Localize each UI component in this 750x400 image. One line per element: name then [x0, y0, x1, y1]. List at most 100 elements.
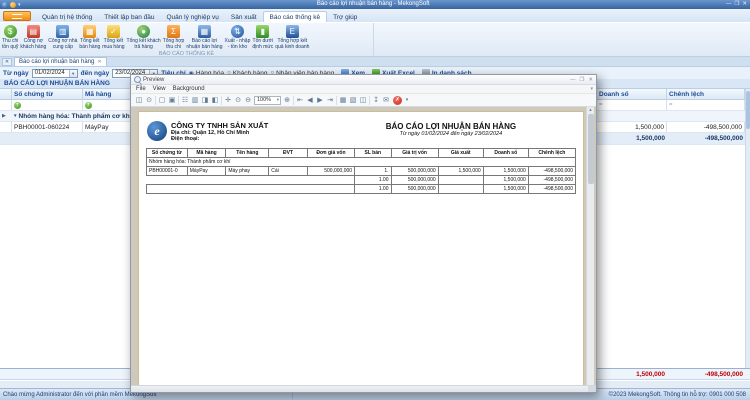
button-cong-no-nha-cung-cap[interactable]: ▥ Công nợ nhà cung cấp [47, 24, 78, 51]
page-setup-icon[interactable]: ◨ [200, 95, 210, 106]
equals-filter-icon[interactable]: = [599, 102, 603, 108]
magnifier-icon[interactable]: ⊙ [233, 95, 243, 106]
menu-overflow-icon[interactable]: ▾ [590, 86, 593, 92]
maximize-icon[interactable]: ❐ [734, 0, 739, 9]
report-group-row: Nhóm hàng hóa: Thành phẩm cơ khí [147, 158, 576, 167]
company-logo: e [147, 121, 167, 141]
column-header-so-chung-tu[interactable]: Số chứng từ [12, 89, 83, 99]
filter-cell-doanh-so[interactable]: = [597, 100, 667, 110]
button-tong-ket-ban-hang[interactable]: ▦ Tổng kết bán hàng [78, 24, 101, 51]
document-tab-active[interactable]: Báo cáo lợi nhuận bán hàng ✕ [14, 57, 107, 66]
menu-background[interactable]: Background [173, 86, 205, 92]
tab-bao-cao-thong-ke[interactable]: Báo cáo thống kê [263, 11, 328, 22]
menu-file[interactable]: File [136, 86, 146, 92]
quick-print-icon[interactable]: ▥ [190, 95, 200, 106]
zoom-in-icon[interactable]: ⊕ [282, 95, 292, 106]
tab-san-xuat[interactable]: Sản xuất [225, 12, 263, 22]
button-cong-no-khach-hang[interactable]: ▤ Công nợ khách hàng [19, 24, 47, 51]
application-menu-button[interactable] [3, 11, 31, 21]
menu-view[interactable]: View [153, 86, 166, 92]
report-subtotal-row: 1.00 500,000,000 1,500,000 -498,500,000 [147, 176, 576, 185]
ribbon: $ Thu chi tồn quỹ ▤ Công nợ khách hàng ▥… [0, 22, 750, 57]
filter-icon[interactable]: + [85, 102, 92, 109]
scrollbar-thumb[interactable] [746, 91, 750, 129]
minimize-icon[interactable]: — [726, 0, 732, 9]
cell-chenh-lech[interactable]: -498,500,000 [667, 122, 745, 132]
inventory-icon: ⇅ [231, 25, 244, 38]
toolbar-overflow-icon[interactable]: ▾ [402, 95, 412, 106]
next-page-icon[interactable]: ▶ [315, 95, 325, 106]
preview-close-icon[interactable]: ✕ [588, 77, 593, 83]
button-tong-ket-mua-hang[interactable]: ✓ Tổng kết mua hàng [101, 24, 125, 51]
filter-cell-so-chung-tu[interactable]: + [12, 100, 83, 110]
hand-tool-icon[interactable]: ✛ [223, 95, 233, 106]
column-header-chenh-lech[interactable]: Chênh lệch [667, 89, 745, 99]
close-all-tabs-button[interactable]: ✕ [2, 58, 12, 66]
search-icon[interactable]: ⊙ [144, 95, 154, 106]
tab-quan-tri-he-thong[interactable]: Quản trị hệ thống [36, 12, 98, 22]
summary-chenh-lech: -498,500,000 [667, 133, 745, 144]
zoom-dropdown-icon[interactable]: ▾ [277, 97, 280, 103]
equals-filter-icon[interactable]: = [669, 102, 673, 108]
report-cell-empty [438, 176, 483, 185]
button-tong-ket-khach-tra-hang[interactable]: ● Tổng kết khách trả hàng [126, 24, 162, 51]
button-thu-chi-ton-quy[interactable]: $ Thu chi tồn quỹ [1, 24, 19, 51]
save-icon[interactable]: ▣ [167, 95, 177, 106]
report-cell-empty [438, 185, 483, 194]
page-color-icon[interactable]: ▧ [348, 95, 358, 106]
button-label: trả hàng [134, 45, 152, 51]
button-xuat-nhap-ton-kho[interactable]: ⇅ Xuất - nhập - tồn kho [224, 24, 252, 51]
button-tong-hop-ket-qua-kinh-doanh[interactable]: E Tổng hợp kết quả kinh doanh [274, 24, 310, 51]
last-page-icon[interactable]: ⇥ [325, 95, 335, 106]
scroll-up-icon[interactable]: ▲ [588, 107, 592, 113]
close-preview-icon[interactable]: ✗ [393, 96, 402, 105]
scrollbar-thumb[interactable] [588, 114, 594, 184]
button-label: mua hàng [102, 45, 124, 51]
preview-window: Preview — ❐ ✕ File View Background ▾ ◫ ⊙… [130, 74, 597, 393]
preview-magnifier-icon [134, 76, 141, 83]
open-icon[interactable]: ▢ [157, 95, 167, 106]
report-page: e CÔNG TY TNHH SẢN XUẤT Địa chỉ: Quận 12… [138, 111, 584, 385]
filter-icon[interactable]: + [14, 102, 21, 109]
first-page-icon[interactable]: ⇤ [295, 95, 305, 106]
calendar-dropdown-icon[interactable]: ▾ [69, 70, 77, 77]
tab-close-icon[interactable]: ✕ [97, 59, 101, 65]
zoom-out-icon[interactable]: ⊖ [243, 95, 253, 106]
button-label: cung cấp [53, 45, 73, 51]
button-bao-cao-loi-nhuan-ban-hang[interactable]: ▦ Báo cáo lợi nhuận bán hàng [185, 24, 223, 51]
multipage-icon[interactable]: ▦ [338, 95, 348, 106]
send-icon[interactable]: ✉ [381, 95, 391, 106]
scale-icon[interactable]: ◧ [210, 95, 220, 106]
button-ton-duoi-dinh-muc[interactable]: ▮ Tồn dưới định mức [251, 24, 274, 51]
filter-cell-chenh-lech[interactable]: = [667, 100, 745, 110]
purchase-summary-icon: ✓ [107, 25, 120, 38]
quick-access-icon[interactable] [10, 2, 16, 8]
collapse-icon[interactable]: ▾ [14, 113, 17, 119]
cell-doanh-so[interactable]: 1,500,000 [597, 122, 667, 132]
zoom-level-combo[interactable]: 100% ▾ [254, 96, 281, 105]
report-total-revenue: 1,500,000 [483, 185, 528, 194]
tab-quan-ly-nghiep-vu[interactable]: Quản lý nghiệp vụ [160, 12, 224, 22]
report-col-header: Số chứng từ [147, 149, 188, 158]
report-subtotal-diff: -498,500,000 [528, 176, 575, 185]
preview-canvas[interactable]: e CÔNG TY TNHH SẢN XUẤT Địa chỉ: Quận 12… [131, 107, 596, 385]
close-icon[interactable]: ✕ [742, 0, 747, 9]
watermark-icon[interactable]: ◫ [358, 95, 368, 106]
preview-vertical-scrollbar[interactable]: ▲ [586, 107, 594, 385]
print-icon[interactable]: ☷ [180, 95, 190, 106]
button-label: khách hàng [20, 45, 46, 51]
from-date-input[interactable]: 01/02/2024 ▾ [32, 69, 78, 78]
tab-tro-giup[interactable]: Trợ giúp [327, 12, 363, 22]
preview-minimize-icon[interactable]: — [570, 77, 576, 83]
column-header-doanh-so[interactable]: Doanh số [597, 89, 667, 99]
resize-grip[interactable] [588, 386, 596, 392]
export-icon[interactable]: ↧ [371, 95, 381, 106]
cell-so-chung-tu[interactable]: PBH00001-060224 [12, 122, 83, 132]
tab-thiet-lap-ban-dau[interactable]: Thiết lập ban đầu [98, 12, 160, 22]
button-tong-hop-thu-chi[interactable]: Σ Tổng hợp thu chi [162, 24, 186, 51]
thumbnails-icon[interactable]: ◫ [134, 95, 144, 106]
preview-titlebar[interactable]: Preview — ❐ ✕ [131, 75, 596, 85]
grid-vertical-scrollbar[interactable] [745, 89, 750, 368]
preview-maximize-icon[interactable]: ❐ [579, 77, 584, 83]
previous-page-icon[interactable]: ◀ [305, 95, 315, 106]
